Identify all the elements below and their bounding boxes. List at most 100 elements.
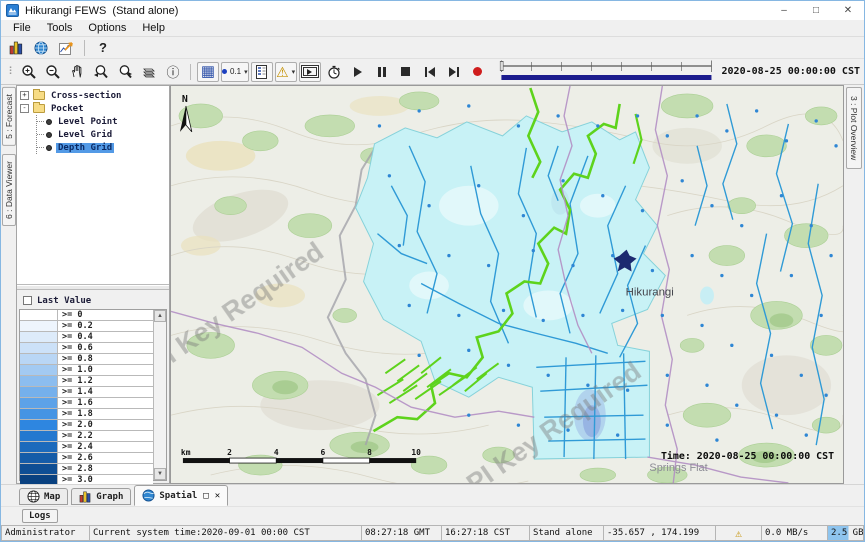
pan-button[interactable]	[66, 62, 88, 82]
map-canvas[interactable]: API Key Required API Key Required Hikura…	[171, 86, 843, 483]
play-button[interactable]	[347, 62, 369, 82]
scroll-track[interactable]	[154, 322, 166, 468]
tree-item-label[interactable]: Pocket	[49, 104, 86, 114]
expand-icon[interactable]: +	[20, 91, 29, 100]
svg-text:N: N	[182, 94, 188, 105]
tree-item-label[interactable]: Level Grid	[56, 130, 114, 140]
status-mode: Stand alone	[529, 525, 603, 541]
bar-chart-icon	[79, 491, 92, 503]
help-icon: ?	[99, 40, 107, 55]
classify-scale-dropdown[interactable]: 0.1 ▾	[221, 62, 249, 82]
app-window: Hikurangi FEWS (Stand alone) – □ ✕ File …	[0, 0, 865, 542]
data-viewer-panel: + Cross-section - Pocket Level Point	[16, 85, 170, 484]
left-tab-strip: 5 : Forecast 6 : Data Viewer	[1, 85, 16, 484]
tab-maximize-icon[interactable]: □	[203, 491, 208, 501]
tree-item-level-point[interactable]: Level Point	[37, 115, 167, 128]
chevron-down-icon: ▾	[292, 68, 296, 76]
app-logo-icon	[6, 4, 19, 17]
zoom-next-button[interactable]	[114, 62, 136, 82]
tree-item-pocket[interactable]: - Pocket	[19, 102, 167, 115]
legend-label: >= 2.4	[58, 442, 153, 452]
warning-icon: ⚠	[276, 65, 289, 79]
first-frame-button[interactable]	[419, 62, 441, 82]
label-town: Hikurangi	[626, 286, 674, 298]
tab-map[interactable]: Map	[19, 488, 68, 505]
timeseries-display-button[interactable]	[55, 38, 77, 58]
legend-toggle-button[interactable]	[251, 62, 273, 82]
last-value-checkbox[interactable]	[23, 296, 32, 305]
database-display-button[interactable]	[5, 38, 27, 58]
pause-icon	[378, 67, 386, 77]
tree-item-label-selected[interactable]: Depth Grid	[56, 143, 114, 153]
status-warning-icon[interactable]: ⚠	[715, 525, 761, 541]
scale-dot-icon	[222, 69, 227, 74]
last-frame-button[interactable]	[443, 62, 465, 82]
collapse-icon[interactable]: -	[20, 104, 29, 113]
svg-text:km: km	[181, 448, 191, 457]
legend-swatch	[20, 310, 58, 320]
legend-table: >= 0 >= 0.2 >= 0.4 >= 0.6 >= 0.8 >= 1.0 …	[19, 309, 167, 481]
time-slider[interactable]	[499, 58, 714, 85]
tree-item-depth-grid[interactable]: Depth Grid	[37, 141, 167, 154]
legend-label: >= 0.4	[58, 332, 153, 342]
toolbar-dock-handle[interactable]: ▪▪▪	[5, 61, 16, 83]
legend-swatch	[20, 376, 58, 386]
bottom-tab-bar: Map Graph Spatial □ ✕	[1, 484, 864, 506]
legend-row: >= 1.6	[20, 398, 153, 409]
legend-swatch	[20, 420, 58, 430]
tab-close-icon[interactable]: ✕	[215, 491, 220, 501]
record-button[interactable]	[467, 62, 489, 82]
toolbar-separator	[190, 64, 191, 80]
zoom-in-button[interactable]	[18, 62, 40, 82]
help-button[interactable]: ?	[92, 38, 114, 58]
tab-forecast[interactable]: 5 : Forecast	[2, 87, 16, 146]
tree-item-level-grid[interactable]: Level Grid	[37, 128, 167, 141]
spatial-display-button[interactable]	[30, 38, 52, 58]
pan-hand-icon	[70, 64, 85, 79]
legend-scrollbar[interactable]: ▲ ▼	[153, 310, 166, 480]
thresholds-dropdown[interactable]: ⚠ ▾	[275, 62, 297, 82]
animation-speed-button[interactable]	[323, 62, 345, 82]
pause-button[interactable]	[371, 62, 393, 82]
legend-row: >= 0.6	[20, 343, 153, 354]
spatial-map[interactable]: API Key Required API Key Required Hikura…	[170, 85, 844, 484]
bar-chart-icon	[9, 41, 24, 55]
info-icon: ⓘ	[166, 62, 179, 81]
minimize-button[interactable]: –	[768, 1, 800, 20]
scroll-up-icon[interactable]: ▲	[154, 310, 166, 322]
stop-button[interactable]	[395, 62, 417, 82]
menu-file[interactable]: File	[5, 21, 39, 35]
zoom-out-button[interactable]	[42, 62, 64, 82]
tab-graph-label: Graph	[96, 492, 123, 502]
scroll-down-icon[interactable]: ▼	[154, 468, 166, 480]
status-system-time: Current system time:2020-09-01 00:00 CST	[89, 525, 361, 541]
legend-row: >= 0.4	[20, 332, 153, 343]
animation-button[interactable]	[299, 62, 321, 82]
menu-tools[interactable]: Tools	[39, 21, 81, 35]
tab-spatial[interactable]: Spatial □ ✕	[134, 485, 228, 506]
tree-item-label[interactable]: Cross-section	[49, 91, 123, 101]
legend-swatch	[20, 354, 58, 364]
menu-help[interactable]: Help	[134, 21, 173, 35]
zoom-previous-button[interactable]	[90, 62, 112, 82]
legend-swatch	[20, 387, 58, 397]
map-time-label: Time: 2020-08-25 00:00:00 CST	[661, 450, 834, 462]
tree-item-label[interactable]: Level Point	[56, 117, 120, 127]
close-button[interactable]: ✕	[832, 1, 864, 20]
tab-graph[interactable]: Graph	[71, 488, 131, 505]
svg-text:10: 10	[411, 448, 421, 457]
tree-item-cross-section[interactable]: + Cross-section	[19, 89, 167, 102]
main-toolbar: ?	[1, 37, 864, 59]
legend-label: >= 2.6	[58, 453, 153, 463]
scale-value: 0.1	[230, 67, 241, 76]
maximize-button[interactable]: □	[800, 1, 832, 20]
status-transfer-rate: 0.0 MB/s	[761, 525, 827, 541]
layers-button[interactable]	[138, 62, 160, 82]
tab-plot-overview[interactable]: 3 : Plot Overview	[846, 87, 862, 169]
info-button[interactable]: ⓘ	[162, 62, 184, 82]
menu-options[interactable]: Options	[80, 21, 134, 35]
legend-swatch	[20, 442, 58, 452]
logs-button[interactable]: Logs	[22, 509, 58, 523]
tab-data-viewer[interactable]: 6 : Data Viewer	[2, 154, 16, 226]
grid-display-button[interactable]: ▦	[197, 62, 219, 82]
